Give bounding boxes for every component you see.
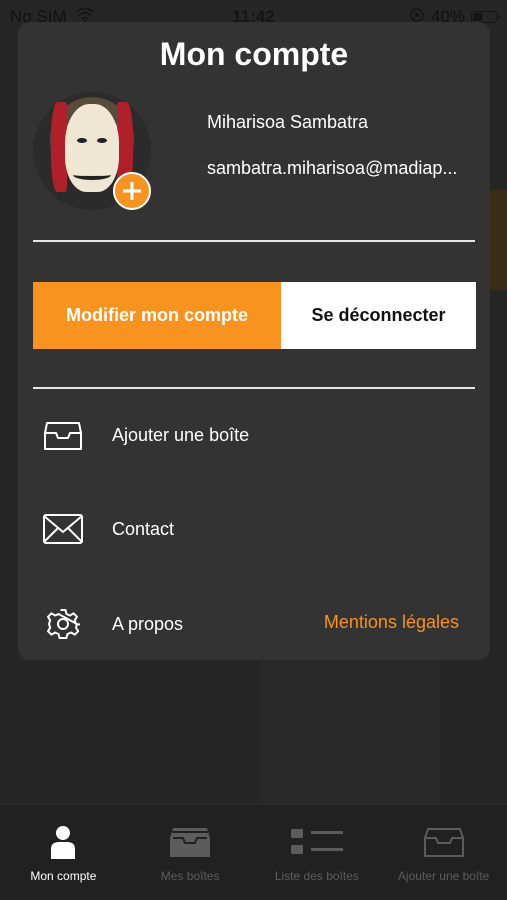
legal-notice-link[interactable]: Mentions légales: [324, 612, 459, 633]
account-actions: Modifier mon compte Se déconnecter: [33, 282, 476, 349]
avatar-eye-left: [77, 138, 87, 143]
divider: [33, 240, 475, 242]
page-title: Mon compte: [159, 36, 349, 72]
tab-label: Ajouter une boîte: [397, 869, 490, 883]
logout-button[interactable]: Se déconnecter: [281, 282, 476, 349]
tab-label: Mes boîtes: [160, 869, 220, 883]
tab-my-boxes[interactable]: Mes boîtes: [127, 805, 254, 900]
inbox-tray-icon: [169, 823, 211, 861]
list-icon: [289, 823, 345, 861]
gear-icon: [40, 604, 86, 644]
tab-box-list[interactable]: Liste des boîtes: [254, 805, 381, 900]
divider: [33, 387, 475, 389]
tab-label: Liste des boîtes: [274, 869, 359, 883]
envelope-icon: [40, 509, 86, 549]
plus-icon: [123, 182, 141, 200]
background-decoration: [260, 640, 440, 810]
background-accent: [489, 190, 507, 290]
tab-label: Mon compte: [30, 869, 97, 883]
tab-bar: Mon compte Mes boîtes Liste des boîtes A…: [0, 804, 507, 900]
menu-item-label: A propos: [112, 613, 184, 634]
avatar-mustache: [73, 170, 111, 180]
account-card: Mon compte Miharisoa Sambatra sambatra.m…: [18, 22, 490, 660]
avatar-eye-right: [97, 138, 107, 143]
add-photo-button[interactable]: [113, 172, 151, 210]
tab-add-box[interactable]: Ajouter une boîte: [380, 805, 507, 900]
user-email: sambatra.miharisoa@madiap...: [207, 158, 458, 178]
battery-fill: [473, 13, 482, 21]
menu-item-label: Contact: [112, 518, 175, 539]
user-name: Miharisoa Sambatra: [207, 112, 369, 132]
tab-my-account[interactable]: Mon compte: [0, 805, 127, 900]
edit-account-button[interactable]: Modifier mon compte: [33, 282, 281, 349]
menu-item-add-box[interactable]: Ajouter une boîte: [18, 405, 490, 465]
person-icon: [49, 823, 77, 861]
menu-item-contact[interactable]: Contact: [18, 499, 490, 559]
menu-item-label: Ajouter une boîte: [112, 424, 250, 445]
inbox-tray-icon: [40, 415, 86, 455]
inbox-tray-icon: [423, 823, 465, 861]
